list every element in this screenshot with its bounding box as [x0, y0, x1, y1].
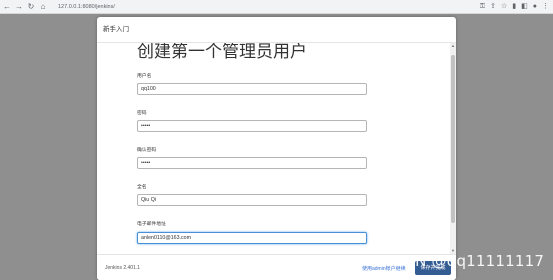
modal-header: 新手入门: [97, 17, 456, 43]
confirm-password-label: 确认密码: [137, 148, 157, 153]
back-icon[interactable]: ←: [2, 1, 12, 13]
sidebar-icon[interactable]: ◧: [521, 1, 528, 13]
forward-icon[interactable]: →: [14, 1, 24, 13]
address-bar[interactable]: 127.0.0.1:8080/jenkins/: [54, 1, 468, 12]
email-input[interactable]: anlen0110@163.com: [137, 232, 367, 244]
extensions-icon[interactable]: ▮: [512, 1, 516, 13]
fullname-label: 全名: [137, 185, 147, 190]
scroll-up-icon[interactable]: ▲: [450, 43, 456, 49]
scrollbar-thumb[interactable]: [451, 55, 455, 223]
password-input[interactable]: •••••: [137, 120, 367, 132]
watermark-text: CSDN @qq11111117: [383, 252, 545, 270]
modal-scrollbar[interactable]: ▲ ▼: [450, 43, 456, 254]
key-icon[interactable]: ⚿: [480, 1, 485, 13]
reload-icon[interactable]: ↻: [26, 1, 36, 13]
browser-toolbar: ← → ↻ ⌂ 127.0.0.1:8080/jenkins/ ⚿ ⇪ ☆ ▮ …: [0, 0, 553, 14]
username-input[interactable]: qq100: [137, 83, 367, 95]
email-label: 电子邮件地址: [137, 222, 166, 227]
setup-wizard-modal: 新手入门 创建第一个管理员用户 用户名 qq100 密码 ••••• 确认密码 …: [97, 17, 456, 280]
modal-body: 创建第一个管理员用户 用户名 qq100 密码 ••••• 确认密码 •••••…: [97, 43, 456, 254]
username-label: 用户名: [137, 74, 152, 79]
fullname-input[interactable]: Qiu Qi: [137, 194, 367, 206]
bookmark-star-icon[interactable]: ☆: [501, 1, 507, 13]
page-title: 创建第一个管理员用户: [137, 43, 307, 62]
home-icon[interactable]: ⌂: [38, 1, 48, 13]
version-label: Jenkins 2.401.1: [105, 265, 141, 271]
menu-icon[interactable]: ⋮: [542, 1, 549, 13]
confirm-password-input[interactable]: •••••: [137, 157, 367, 169]
password-label: 密码: [137, 111, 147, 116]
browser-actions: ⚿ ⇪ ☆ ▮ ◧ ● ⋮: [480, 1, 549, 13]
share-icon[interactable]: ⇪: [490, 1, 496, 13]
profile-icon[interactable]: ●: [533, 1, 537, 13]
